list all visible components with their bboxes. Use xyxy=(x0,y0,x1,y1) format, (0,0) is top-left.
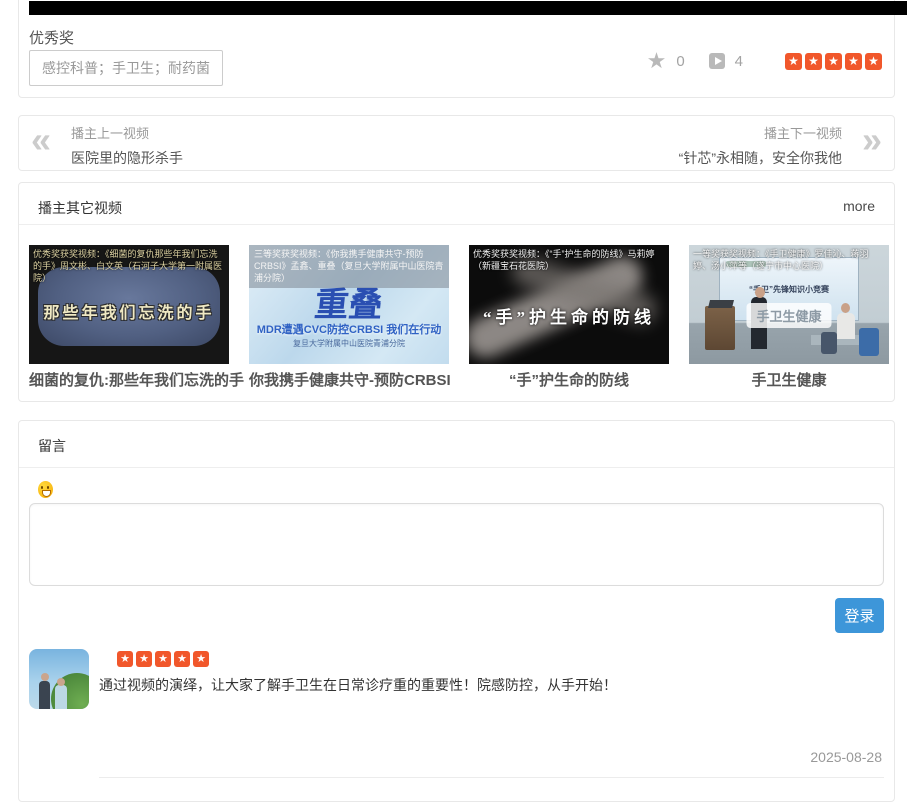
emoji-picker-icon[interactable] xyxy=(38,481,53,498)
thumbnail-2-hospital: 复旦大学附属中山医院青浦分院 xyxy=(249,338,449,349)
video-info-card: 优秀奖 感控科普；手卫生；耐药菌 ★ 0 4 ★★★★★ xyxy=(18,0,895,98)
prev-video-link[interactable]: 播主上一视频 医院里的隐形杀手 xyxy=(71,123,183,168)
video-thumbnail-1[interactable]: 优秀奖获奖视频：《细菌的复仇那些年我们忘洗的手》周文彬、白文英（石河子大学第一附… xyxy=(29,245,229,364)
video-player-bottom xyxy=(29,1,907,15)
thumbnail-2-overlay-text: 三等奖获奖视频：《你我携手健康共守-预防CRBSI》孟鑫、重叠（复旦大学附属中山… xyxy=(249,245,449,288)
video-thumbnail-4[interactable]: “手卫”先锋知识小竞赛 手卫生健康 一等奖获奖视频：《手卫健康》罗佳沁、蒋羽婷、… xyxy=(689,245,889,364)
video-thumbnail-3[interactable]: 优秀奖获奖视频：《“手”护生命的防线》马莉婷（新疆宝石花医院） “手”护生命的防… xyxy=(469,245,669,364)
comment-date: 2025-08-28 xyxy=(810,749,882,765)
video-nav-card: « 播主上一视频 医院里的隐形杀手 播主下一视频 “针芯”永相随，安全你我他 » xyxy=(18,115,895,171)
comments-header-divider xyxy=(19,467,894,468)
prev-video-icon[interactable]: « xyxy=(31,119,51,161)
comment-input[interactable] xyxy=(29,503,884,586)
other-videos-card: 播主其它视频 more 优秀奖获奖视频：《细菌的复仇那些年我们忘洗的手》周文彬、… xyxy=(18,182,895,402)
video-title-2[interactable]: 你我携手健康共守-预防CRBSI xyxy=(249,369,449,390)
thumbnail-1-center-text: 那些年我们忘洗的手 xyxy=(29,299,229,323)
thumbnail-4-watermark-chip: 手卫生健康 xyxy=(746,303,831,328)
star-icon: ★ xyxy=(785,53,802,70)
thumbnail-4-chair xyxy=(821,332,837,354)
star-icon: ★ xyxy=(865,53,882,70)
avatar-figure xyxy=(39,681,50,709)
star-icon: ★ xyxy=(155,651,171,667)
play-count: 4 xyxy=(735,53,743,70)
comments-header: 留言 xyxy=(38,436,66,456)
thumbnail-3-overlay-text: 优秀奖获奖视频：《“手”护生命的防线》马莉婷（新疆宝石花医院） xyxy=(473,248,665,272)
next-video-icon[interactable]: » xyxy=(862,119,882,161)
thumbnail-4-podium xyxy=(705,306,735,350)
thumbnail-3-center-text: “手”护生命的防线 xyxy=(469,303,669,328)
star-icon: ★ xyxy=(845,53,862,70)
more-link[interactable]: more xyxy=(843,198,875,214)
thumbnail-4-screen-text: “手卫”先锋知识小竞赛 xyxy=(720,284,858,295)
login-button[interactable]: 登录 xyxy=(835,598,884,633)
thumbnail-4-chair xyxy=(859,328,879,356)
commenter-avatar xyxy=(29,649,89,709)
thumbnail-4-overlay-text: 一等奖获奖视频：《手卫健康》罗佳沁、蒋羽婷、汤小萍等（遂宁市中心医院） xyxy=(693,248,885,272)
video-thumbnail-2[interactable]: 三等奖获奖视频：《你我携手健康共守-预防CRBSI》孟鑫、重叠（复旦大学附属中山… xyxy=(249,245,449,364)
next-video-link[interactable]: 播主下一视频 “针芯”永相随，安全你我他 xyxy=(679,123,842,168)
video-tags: 感控科普；手卫生；耐药菌 xyxy=(29,50,223,86)
video-title-4[interactable]: 手卫生健康 xyxy=(689,369,889,390)
star-icon: ★ xyxy=(193,651,209,667)
favorite-icon[interactable]: ★ xyxy=(647,52,667,70)
thumbnail-4-presenter-head xyxy=(755,287,765,298)
thumbnail-4-attendee xyxy=(837,313,855,339)
header-divider xyxy=(19,224,894,225)
next-video-label: 播主下一视频 xyxy=(679,123,842,142)
thumbnail-4-attendee-head xyxy=(841,303,850,313)
thumbnail-4-laptop xyxy=(708,300,734,308)
video-rating-stars: ★★★★★ xyxy=(785,53,882,70)
play-count-icon xyxy=(709,53,725,69)
comment-item: ★★★★★ 通过视频的演绎，让大家了解手卫生在日常诊疗重的重要性！院感防控，从手… xyxy=(29,649,884,779)
thumbnail-2-slogan: MDR遭遇CVC防控CRBSI 我们在行动 xyxy=(249,321,449,337)
thumbnail-1-overlay-text: 优秀奖获奖视频：《细菌的复仇那些年我们忘洗的手》周文彬、白文英（石河子大学第一附… xyxy=(33,248,225,284)
video-stats: ★ 0 4 ★★★★★ xyxy=(647,52,882,70)
comment-rating-stars: ★★★★★ xyxy=(117,651,209,667)
other-videos-header: 播主其它视频 xyxy=(38,198,122,218)
video-title: 优秀奖 xyxy=(29,27,74,48)
star-icon: ★ xyxy=(117,651,133,667)
star-icon: ★ xyxy=(136,651,152,667)
star-icon: ★ xyxy=(174,651,190,667)
comments-card: 留言 登录 ★★★★★ 通过视频的演绎，让大家了解手卫生在日常诊疗重的重要性！院… xyxy=(18,420,895,802)
favorite-count: 0 xyxy=(676,53,684,70)
star-icon: ★ xyxy=(805,53,822,70)
prev-video-title: 医院里的隐形杀手 xyxy=(71,148,183,168)
video-title-1[interactable]: 细菌的复仇:那些年我们忘洗的手 xyxy=(29,369,229,390)
video-title-3[interactable]: “手”护生命的防线 xyxy=(469,369,669,390)
next-video-title: “针芯”永相随，安全你我他 xyxy=(679,148,842,168)
avatar-figure xyxy=(55,685,67,709)
comment-text: 通过视频的演绎，让大家了解手卫生在日常诊疗重的重要性！院感防控，从手开始！ xyxy=(99,675,844,695)
star-icon: ★ xyxy=(825,53,842,70)
prev-video-label: 播主上一视频 xyxy=(71,123,183,142)
